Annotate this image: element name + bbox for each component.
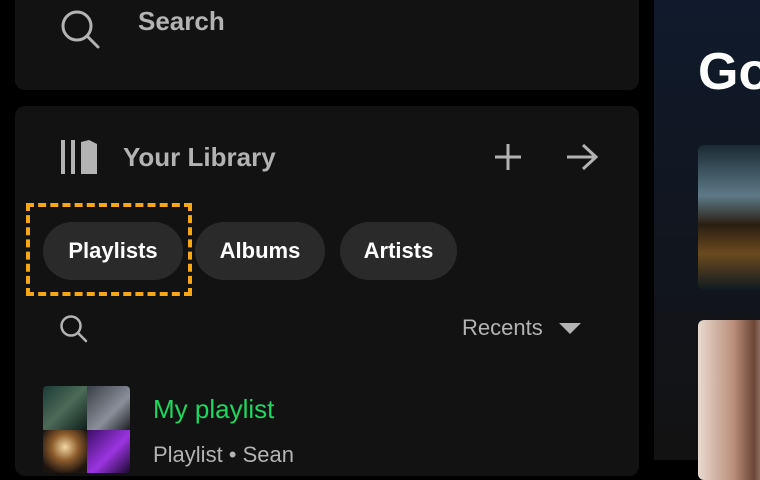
library-icon[interactable] — [59, 138, 99, 181]
list-item[interactable]: My playlist Playlist • Sean — [43, 386, 603, 473]
library-panel: Your Library Playlists Albums Artists Re… — [15, 106, 639, 476]
search-in-library-icon[interactable] — [59, 314, 89, 349]
filter-chip-albums[interactable]: Albums — [195, 222, 325, 280]
main-panel: Go — [654, 0, 760, 480]
sort-dropdown[interactable]: Recents — [462, 315, 581, 341]
album-cover[interactable] — [698, 320, 760, 480]
filter-chip-artists[interactable]: Artists — [340, 222, 457, 280]
playlist-name: My playlist — [153, 394, 275, 424]
filter-chip-playlists[interactable]: Playlists — [43, 222, 183, 280]
album-cover[interactable] — [698, 145, 760, 290]
playlist-subtitle: Playlist • Sean — [153, 442, 294, 467]
search-icon — [59, 8, 101, 50]
library-title[interactable]: Your Library — [123, 142, 276, 173]
search-label[interactable]: Search — [138, 6, 225, 37]
search-panel: Search — [15, 0, 639, 90]
search-button[interactable] — [59, 8, 101, 50]
plus-icon[interactable] — [493, 142, 523, 177]
sort-label: Recents — [462, 315, 543, 340]
main-heading: Go — [698, 43, 760, 101]
arrow-right-icon[interactable] — [565, 142, 599, 177]
caret-down-icon — [558, 322, 581, 334]
